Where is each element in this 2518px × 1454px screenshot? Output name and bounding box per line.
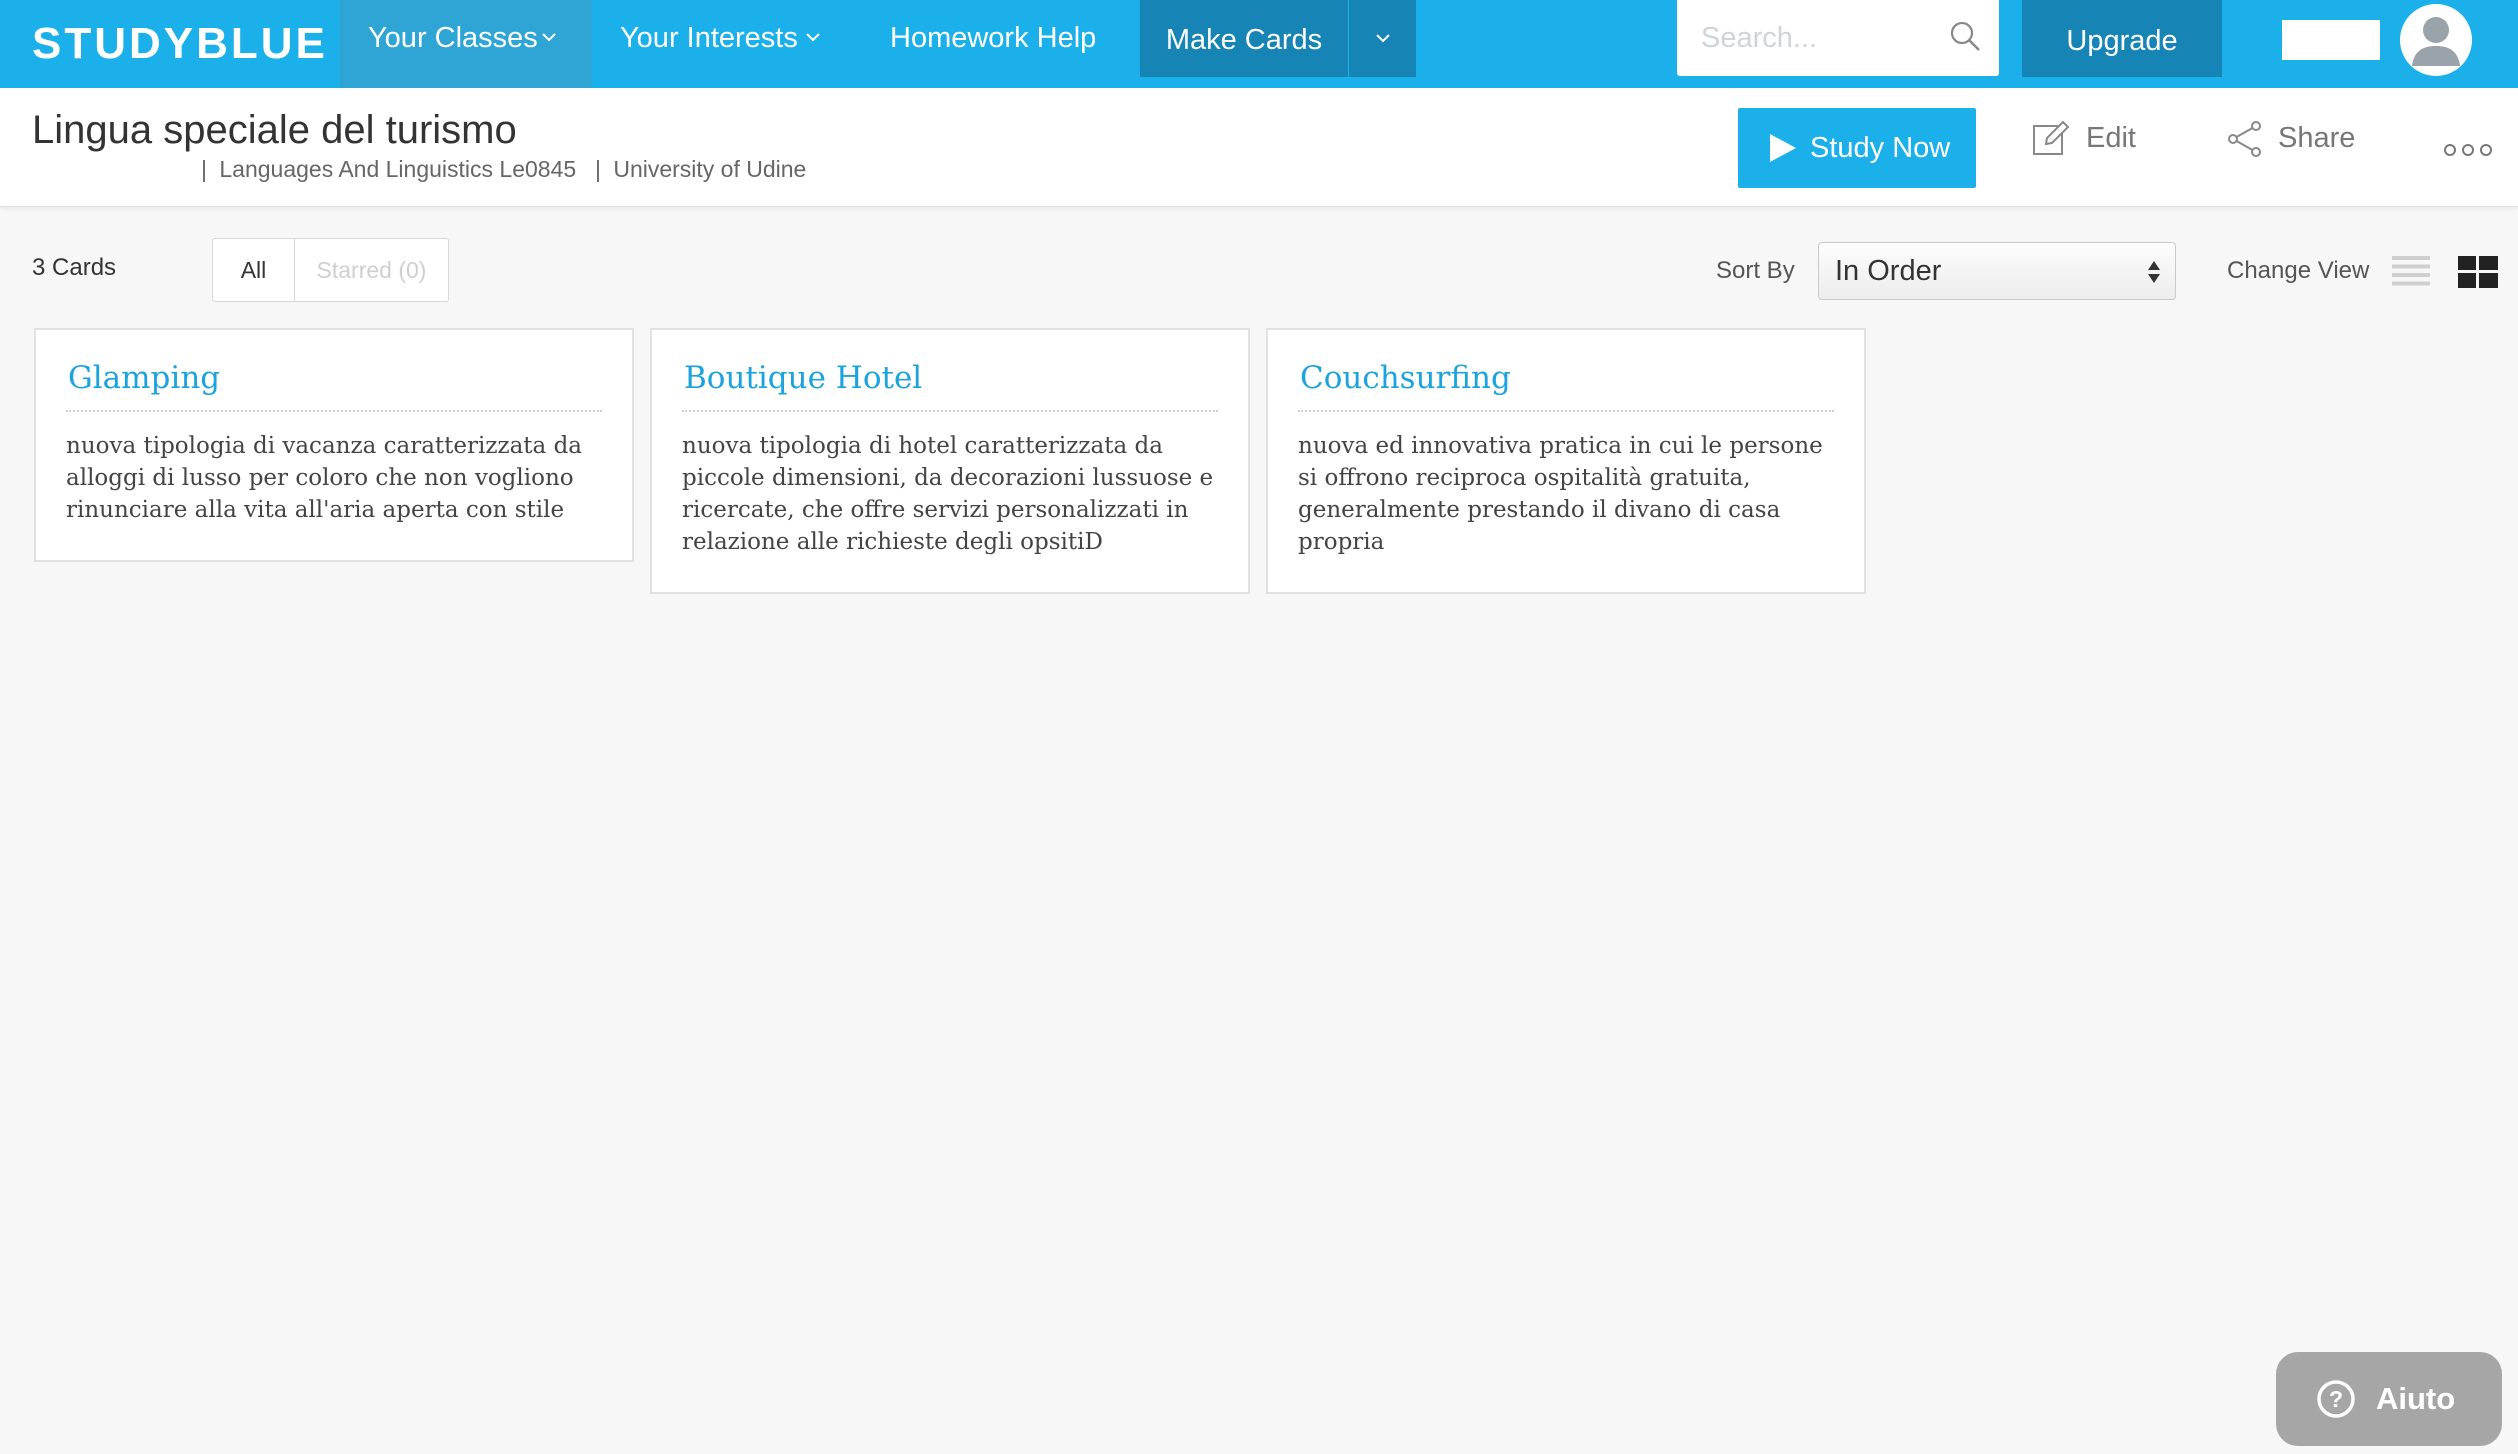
more-options-icon[interactable] (2444, 138, 2492, 162)
studyblue-logo[interactable]: STUDYBLUE (32, 16, 328, 72)
select-arrows-icon (2148, 261, 2160, 283)
flashcard-definition: nuova ed innovativa pratica in cui le pe… (1298, 433, 1823, 555)
question-icon: ? (2317, 1380, 2355, 1418)
breadcrumb: | Languages And Linguistics Le0845 | Uni… (201, 156, 807, 182)
card-filter: All Starred (0) (212, 238, 449, 302)
user-name-placeholder[interactable] (2282, 20, 2380, 60)
list-view-icon[interactable] (2392, 256, 2430, 286)
nav-homework-help[interactable]: Homework Help (862, 0, 1122, 88)
study-now-label: Study Now (1810, 132, 1951, 164)
change-view-label: Change View (2227, 257, 2370, 284)
share-label: Share (2278, 122, 2356, 154)
make-cards-dropdown-button[interactable] (1349, 0, 1416, 77)
nav-your-classes-label: Your Classes (368, 22, 538, 54)
play-icon (1770, 134, 1796, 162)
flashcard-definition: nuova tipologia di vacanza caratterizzat… (66, 433, 583, 523)
flashcard-term: Glamping (66, 360, 602, 412)
breadcrumb-school[interactable]: University of Udine (613, 156, 806, 182)
nav-homework-help-label: Homework Help (890, 22, 1097, 54)
share-icon (2228, 121, 2261, 157)
avatar[interactable] (2400, 4, 2472, 76)
user-icon (2412, 17, 2460, 66)
flashcard[interactable]: Boutique Hotel nuova tipologia di hotel … (650, 328, 1250, 594)
nav-your-interests-label: Your Interests (620, 22, 798, 54)
svg-text:?: ? (2329, 1386, 2343, 1412)
flashcard-term: Boutique Hotel (682, 360, 1218, 412)
sort-select[interactable]: In Order (1818, 242, 2176, 300)
sort-select-value: In Order (1835, 255, 1942, 287)
share-button[interactable]: Share (2226, 118, 2355, 158)
grid-view-icon[interactable] (2458, 256, 2498, 288)
deck-header: Lingua speciale del turismo | Languages … (0, 88, 2518, 207)
edit-icon (2033, 120, 2070, 155)
flashcard-term: Couchsurfing (1298, 360, 1834, 412)
help-button[interactable]: ? Aiuto (2276, 1352, 2502, 1446)
nav-your-interests[interactable]: Your Interests (592, 0, 862, 88)
flashcard[interactable]: Glamping nuova tipologia di vacanza cara… (34, 328, 634, 562)
breadcrumb-subject[interactable]: Languages And Linguistics Le0845 (219, 156, 576, 182)
flashcard-definition: nuova tipologia di hotel caratterizzata … (682, 433, 1214, 555)
study-now-button[interactable]: Study Now (1738, 108, 1976, 188)
flashcard[interactable]: Couchsurfing nuova ed innovativa pratica… (1266, 328, 1866, 594)
search-icon[interactable] (1948, 19, 1982, 53)
filter-all-button[interactable]: All (213, 239, 295, 301)
chevron-down-icon (1376, 34, 1390, 43)
edit-label: Edit (2086, 122, 2136, 154)
filter-starred-button[interactable]: Starred (0) (295, 239, 448, 301)
nav-your-classes[interactable]: Your Classes (340, 0, 592, 88)
chevron-down-icon (542, 33, 556, 42)
chevron-down-icon (806, 33, 820, 42)
card-count: 3 Cards (32, 254, 117, 281)
help-label: Aiuto (2376, 1381, 2456, 1416)
top-nav: STUDYBLUE Your Classes Your Interests Ho… (0, 0, 2518, 88)
make-cards-button[interactable]: Make Cards (1140, 0, 1348, 77)
page-title: Lingua speciale del turismo (32, 108, 517, 152)
sort-by-label: Sort By (1716, 257, 1795, 284)
upgrade-button[interactable]: Upgrade (2022, 0, 2222, 77)
edit-button[interactable]: Edit (2032, 118, 2136, 158)
